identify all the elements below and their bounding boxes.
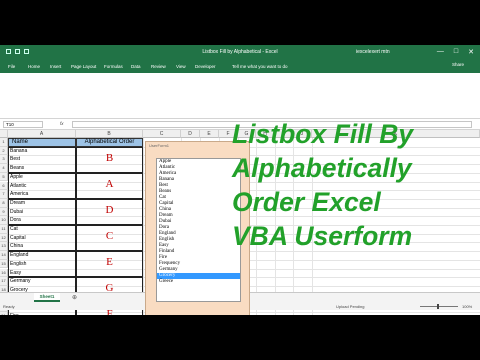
row-header[interactable]: 2 xyxy=(0,146,8,156)
overlay-title: Listbox Fill By Alphabetically Order Excel… xyxy=(232,117,478,253)
column-header[interactable]: C xyxy=(143,130,181,138)
maximize-button[interactable]: □ xyxy=(454,48,458,56)
excel-window: Listbox Fill by Alphabetical - Excel iex… xyxy=(0,45,480,315)
row-header[interactable]: 5 xyxy=(0,172,8,182)
window-title: Listbox Fill by Alphabetical - Excel xyxy=(202,49,278,55)
status-ready: Ready xyxy=(3,304,15,309)
title-bar: Listbox Fill by Alphabetical - Excel iex… xyxy=(0,45,480,60)
overlay-title-line: VBA Userform xyxy=(232,221,413,251)
overlay-title-line: Alphabetically xyxy=(232,153,412,183)
tab-developer[interactable]: Developer xyxy=(195,64,216,69)
share-button[interactable]: Share xyxy=(452,62,464,67)
tab-page-layout[interactable]: Page Layout xyxy=(71,64,96,69)
group-name-box xyxy=(8,251,76,278)
group-name-box xyxy=(8,225,76,252)
column-header[interactable]: D xyxy=(181,130,200,138)
column-header[interactable]: B xyxy=(76,130,143,138)
zoom-level: 100% xyxy=(462,304,473,309)
row-header[interactable]: 1 xyxy=(0,138,8,147)
overlay-title-line: Listbox Fill By xyxy=(232,119,414,149)
sheet-tab-sheet1[interactable]: Sheet1 xyxy=(34,293,60,302)
row-header[interactable]: 6 xyxy=(0,181,8,191)
tab-insert[interactable]: Insert xyxy=(50,64,61,69)
ribbon-area xyxy=(0,73,480,119)
row-header[interactable]: 7 xyxy=(0,190,8,199)
row-header[interactable]: 13 xyxy=(0,242,8,252)
tab-data[interactable]: Data xyxy=(131,64,141,69)
row-header[interactable]: 3 xyxy=(0,155,8,165)
column-header[interactable]: A xyxy=(8,130,76,138)
select-all-corner[interactable] xyxy=(0,130,8,138)
ribbon-tabs: File Home Insert Page Layout Formulas Da… xyxy=(0,60,480,73)
group-name-box xyxy=(8,198,76,225)
order-header[interactable]: Alphabetical Order xyxy=(76,138,143,147)
row-header[interactable]: 14 xyxy=(0,251,8,260)
row-header[interactable]: 12 xyxy=(0,233,8,243)
userform-title: UserForm1 xyxy=(149,143,170,148)
tab-home[interactable]: Home xyxy=(28,64,40,69)
group-name-box xyxy=(8,172,76,199)
zoom-slider[interactable] xyxy=(420,306,458,307)
row-header[interactable]: 4 xyxy=(0,164,8,173)
tab-view[interactable]: View xyxy=(176,64,186,69)
row-header[interactable]: 16 xyxy=(0,268,8,278)
function-icon[interactable]: fx xyxy=(60,121,64,126)
close-button[interactable]: ✕ xyxy=(468,48,474,56)
add-sheet-icon[interactable]: ⊕ xyxy=(72,294,77,301)
overlay-title-line: Order Excel xyxy=(232,187,381,217)
row-header[interactable]: 17 xyxy=(0,277,8,286)
tab-file[interactable]: File xyxy=(8,64,15,69)
group-letter[interactable]: A xyxy=(76,178,143,190)
row-header[interactable]: 21 xyxy=(0,312,8,315)
group-letter[interactable]: D xyxy=(76,204,143,216)
tell-me-box[interactable]: Tell me what you want to do xyxy=(232,64,288,69)
row-header[interactable]: 8 xyxy=(0,198,8,208)
group-name-box xyxy=(8,146,76,173)
minimize-button[interactable]: — xyxy=(437,48,444,56)
group-letter[interactable]: B xyxy=(76,152,143,164)
name-box[interactable]: T10 xyxy=(3,121,43,128)
upload-status: Upload Pending xyxy=(336,304,365,309)
row-header[interactable]: 15 xyxy=(0,259,8,269)
zoom-slider-thumb[interactable] xyxy=(437,304,439,309)
row-header[interactable]: 10 xyxy=(0,216,8,225)
name-header[interactable]: Name xyxy=(8,138,76,147)
column-header[interactable]: E xyxy=(200,130,219,138)
column-gridline xyxy=(143,138,144,315)
group-letter[interactable]: C xyxy=(76,230,143,242)
user-name[interactable]: iexcelexert mtn xyxy=(356,49,390,55)
tab-review[interactable]: Review xyxy=(151,64,166,69)
window-controls: — □ ✕ xyxy=(437,48,474,56)
tab-formulas[interactable]: Formulas xyxy=(104,64,123,69)
listbox[interactable]: Apple Atlantic America Banana Best Beans Cat Ca… xyxy=(156,158,241,302)
listbox-item[interactable]: Greece xyxy=(157,279,240,285)
row-header[interactable]: 9 xyxy=(0,207,8,217)
row-header[interactable]: 11 xyxy=(0,225,8,234)
group-letter[interactable]: E xyxy=(76,256,143,268)
